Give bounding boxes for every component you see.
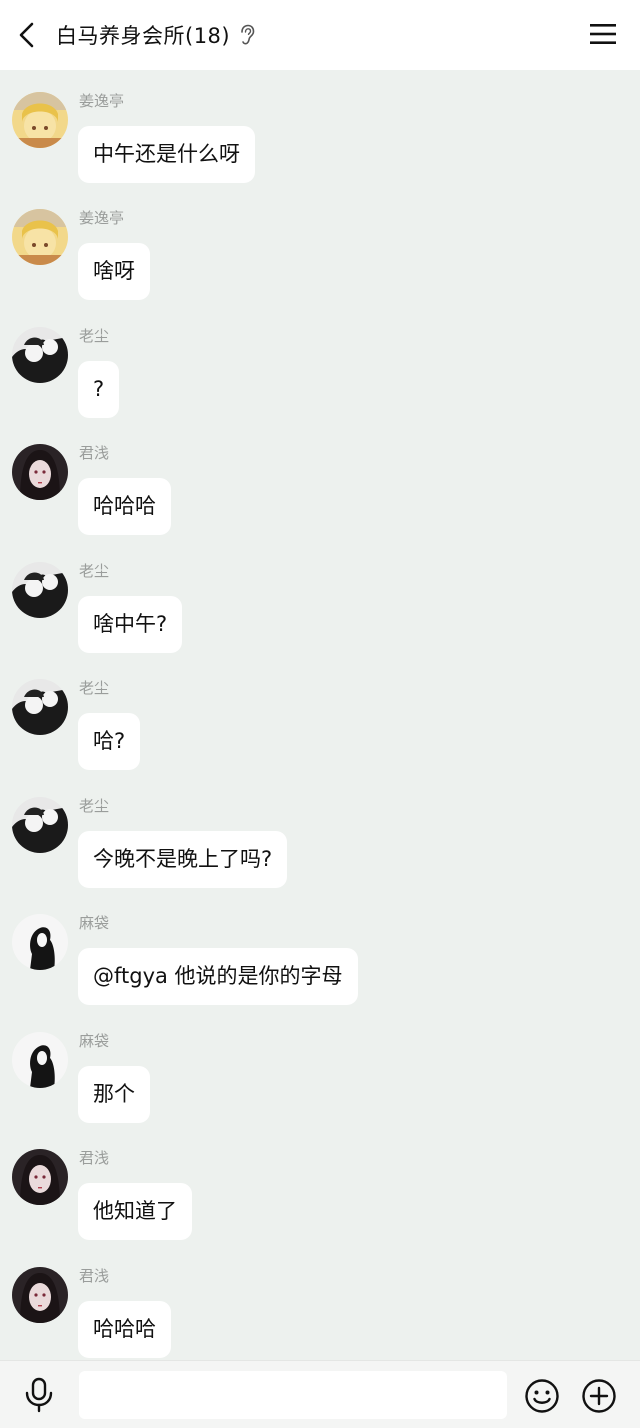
sender-name: 老尘	[79, 327, 110, 345]
message-item: 君浅 哈哈哈	[0, 1255, 640, 1360]
microphone-icon[interactable]	[22, 1377, 56, 1413]
message-bubble[interactable]: ?	[78, 361, 120, 418]
message-item: 老尘 ?	[0, 315, 640, 425]
message-bubble[interactable]: 中午还是什么呀	[78, 126, 255, 183]
message-bubble[interactable]: 哈哈哈	[78, 1301, 171, 1358]
sender-name: 君浅	[79, 1267, 110, 1285]
message-bubble[interactable]: 啥呀	[78, 243, 150, 300]
title-area[interactable]: 白马养身会所(18)	[56, 0, 256, 70]
message-item: 姜逸亭 中午还是什么呀	[0, 80, 640, 190]
avatar[interactable]	[12, 797, 68, 853]
avatar[interactable]	[12, 92, 68, 148]
message-input[interactable]	[79, 1371, 507, 1419]
avatar[interactable]	[12, 327, 68, 383]
avatar[interactable]	[12, 209, 68, 265]
message-item: 君浅 他知道了	[0, 1137, 640, 1247]
hamburger-menu-icon[interactable]	[590, 22, 616, 46]
message-list[interactable]: 姜逸亭 中午还是什么呀 姜逸亭 啥呀 老尘 ? 君浅 哈哈哈 老尘 啥中午? 老…	[0, 70, 640, 1360]
message-bubble[interactable]: 哈?	[78, 713, 141, 770]
smiley-icon[interactable]	[524, 1378, 560, 1414]
avatar[interactable]	[12, 1267, 68, 1323]
group-title: 白马养身会所(18)	[56, 24, 231, 48]
input-bar	[0, 1360, 640, 1428]
message-bubble[interactable]: 那个	[78, 1066, 150, 1123]
sender-name: 姜逸亭	[79, 92, 125, 110]
sender-name: 君浅	[79, 444, 110, 462]
sender-name: 老尘	[79, 797, 110, 815]
message-bubble[interactable]: 他知道了	[78, 1183, 192, 1240]
avatar[interactable]	[12, 914, 68, 970]
sender-name: 麻袋	[79, 1032, 110, 1050]
plus-circle-icon[interactable]	[581, 1378, 617, 1414]
message-item: 麻袋 那个	[0, 1020, 640, 1130]
message-item: 老尘 今晚不是晚上了吗?	[0, 785, 640, 895]
message-item: 麻袋 @ftgya 他说的是你的字母	[0, 902, 640, 1012]
avatar[interactable]	[12, 562, 68, 618]
message-bubble[interactable]: @ftgya 他说的是你的字母	[78, 948, 358, 1005]
message-bubble[interactable]: 啥中午?	[78, 596, 183, 653]
avatar[interactable]	[12, 679, 68, 735]
sender-name: 老尘	[79, 562, 110, 580]
avatar[interactable]	[12, 444, 68, 500]
message-bubble[interactable]: 哈哈哈	[78, 478, 171, 535]
message-bubble[interactable]: 今晚不是晚上了吗?	[78, 831, 288, 888]
avatar[interactable]	[12, 1149, 68, 1205]
message-item: 君浅 哈哈哈	[0, 432, 640, 542]
message-item: 老尘 啥中午?	[0, 550, 640, 660]
sender-name: 君浅	[79, 1149, 110, 1167]
chevron-left-icon[interactable]	[12, 19, 44, 51]
sender-name: 姜逸亭	[79, 209, 125, 227]
chat-header: 白马养身会所(18)	[0, 0, 640, 70]
message-item: 姜逸亭 啥呀	[0, 197, 640, 307]
message-item: 老尘 哈?	[0, 667, 640, 777]
ear-icon	[241, 24, 255, 45]
avatar[interactable]	[12, 1032, 68, 1088]
sender-name: 麻袋	[79, 914, 110, 932]
sender-name: 老尘	[79, 679, 110, 697]
